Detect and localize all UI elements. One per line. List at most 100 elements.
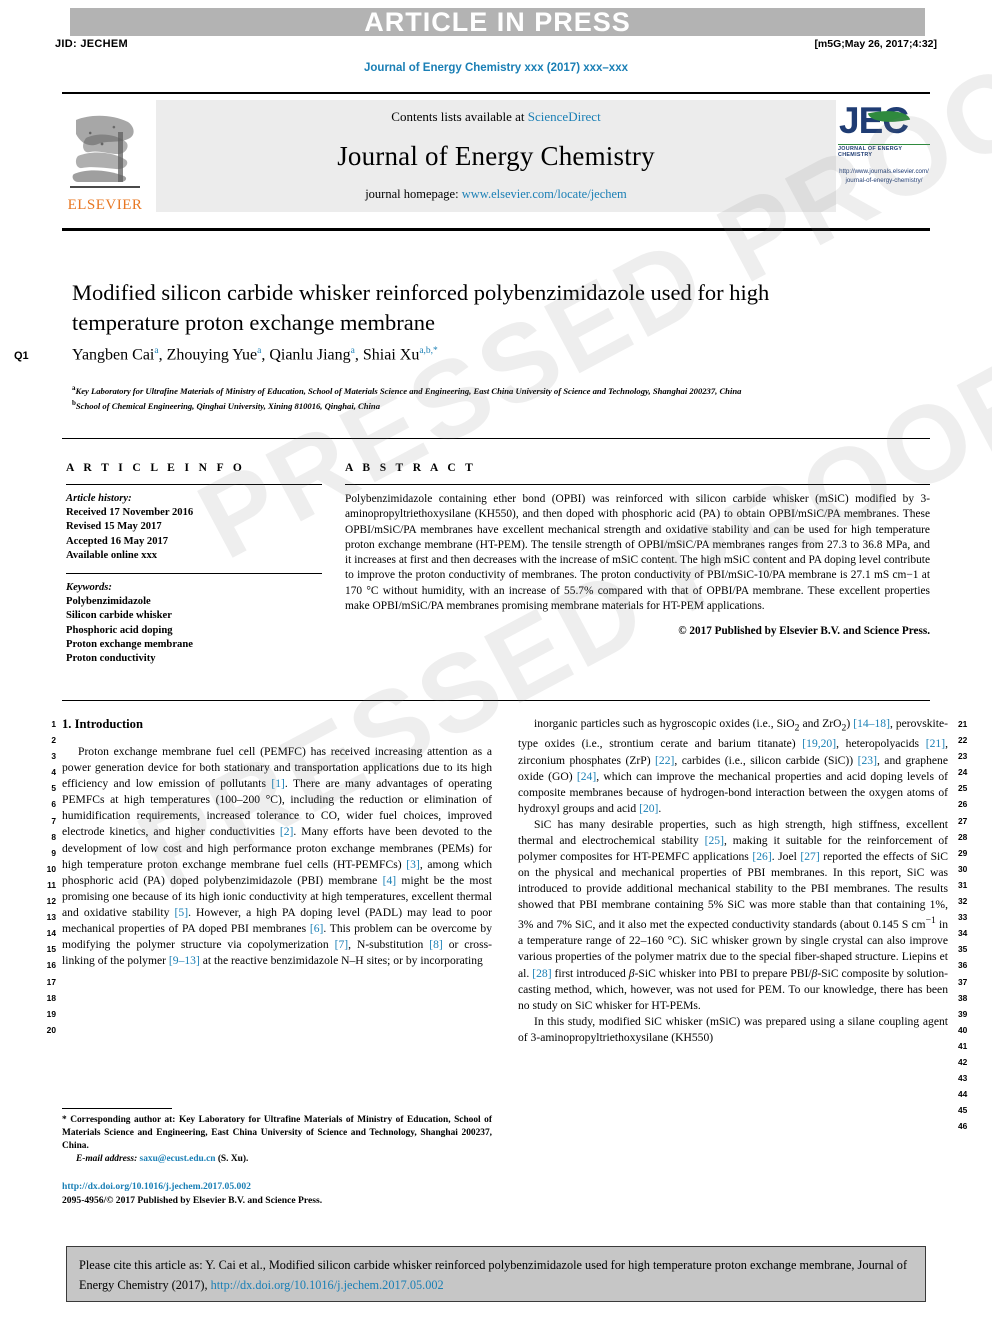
citation-ref[interactable]: [28] [532,967,551,980]
line-number: 8 [51,831,56,842]
citation-ref[interactable]: [23] [858,754,877,767]
contents-lists-prefix: Contents lists available at [391,109,528,124]
citation-ref[interactable]: [4] [383,874,397,887]
line-number: 38 [958,992,968,1003]
citation-ref[interactable]: [26] [752,850,771,863]
footnote-rule [62,1108,172,1109]
keyword-item: Silicon carbide whisker [66,610,172,622]
author-name: Yangben Cai [72,346,155,364]
email-link[interactable]: saxu@ecust.edu.cn [140,1154,216,1164]
line-number: 1 [51,719,56,729]
line-number: 33 [958,912,968,923]
introduction-heading: 1. Introduction [62,717,143,731]
line-number: 37 [958,976,968,987]
line-number: 17 [46,976,56,987]
line-number: 9 [51,847,56,858]
elsevier-logo: ELSEVIER [62,100,148,214]
keyword-item: Polybenzimidazole [66,596,151,608]
citation-ref[interactable]: [21] [926,737,945,750]
cite-this-article-box: Please cite this article as: Y. Cai et a… [66,1246,926,1302]
citation-ref[interactable]: [3] [406,858,420,871]
affiliation-marker: b [72,399,76,408]
citation-ref[interactable]: [8] [429,938,443,951]
line-number: 7 [51,815,56,826]
cite-text: Please cite this article as: Y. Cai et a… [79,1258,908,1292]
author-name: Zhouying Yue [166,346,258,364]
citation-ref[interactable]: [25] [705,834,724,847]
line-number: 30 [958,863,968,874]
article-history-block: Article history: Received 17 November 20… [66,492,322,563]
line-number: 4 [51,767,56,778]
line-number: 6 [51,799,56,810]
abstract-divider [345,484,930,485]
line-number: 2 [51,735,56,746]
abstract-text: Polybenzimidazole containing ether bond … [345,493,930,613]
journal-homepage-link[interactable]: www.elsevier.com/locate/jechem [462,187,627,201]
citation-ref[interactable]: [24] [577,770,596,783]
line-number: 5 [51,783,56,794]
jec-url-line-2: journal-of-energy-chemistry/ [845,177,923,184]
abstract-heading: A B S T R A C T [345,462,477,474]
line-number: 42 [958,1056,968,1067]
article-info-heading: A R T I C L E I N F O [66,462,246,474]
body-paragraph: inorganic particles such as hygroscopic … [518,717,948,815]
line-number: 43 [958,1073,968,1084]
keywords-items: Polybenzimidazole Silicon carbide whisker… [66,595,322,666]
citation-ref[interactable]: [5] [175,906,189,919]
line-number: 12 [46,896,56,907]
line-number: 46 [958,1121,968,1132]
citation-ref[interactable]: [19,20] [802,737,836,750]
keyword-item: Proton conductivity [66,653,156,665]
line-number: 35 [958,944,968,955]
author-name: Qianlu Jiang [269,346,351,364]
line-number: 31 [958,879,968,890]
info-section-rule [62,438,930,440]
line-numbers-right: 21 22 23 24 25 26 27 28 29 30 31 32 33 34 35 36 37 38 39 40… [958,716,976,1134]
doi-link[interactable]: http://dx.doi.org/10.1016/j.jechem.2017.… [62,1180,492,1194]
sciencedirect-link[interactable]: ScienceDirect [528,109,601,124]
citation-ref[interactable]: [27] [800,850,819,863]
citation-ref[interactable]: [20] [639,802,658,815]
jec-logo-urls: http://www.journals.elsevier.com/ journa… [839,167,929,185]
journal-masthead: ELSEVIER Contents lists available at Sci… [62,98,930,216]
citation-ref[interactable]: [6] [310,922,324,935]
line-number: 19 [46,1008,56,1019]
author-affiliation-marker: a [350,346,355,356]
article-history-label: Article history: [66,493,132,504]
page-title: Modified silicon carbide whisker reinfor… [72,280,770,335]
abstract-column: A B S T R A C T Polybenzimidazole contai… [345,462,930,637]
line-number: 22 [958,735,968,746]
line-number: 14 [46,928,56,939]
citation-ref[interactable]: [14–18] [853,717,890,730]
header-rule [62,92,930,94]
running-head: Journal of Energy Chemistry xxx (2017) x… [364,62,628,74]
author-affiliation-marker: a [257,346,262,356]
line-number: 26 [958,799,968,810]
line-number: 23 [958,751,968,762]
author-affiliation-marker: a [154,346,159,356]
citation-ref[interactable]: [9–13] [169,954,200,967]
citation-ref[interactable]: [7] [335,938,349,951]
line-number: 16 [46,960,56,971]
typesetter-stamp: [m5G;May 26, 2017;4:32] [814,38,937,50]
email-owner: (S. Xu). [217,1154,249,1165]
corresponding-author-text: * Corresponding author at: Key Laborator… [62,1115,492,1152]
line-number: 28 [958,831,968,842]
cite-doi-link[interactable]: http://dx.doi.org/10.1016/j.jechem.2017.… [211,1278,444,1292]
elsevier-tree-icon [68,112,142,196]
affiliation-entry: aKey Laboratory for Ultrafine Materials … [72,384,742,396]
citation-ref[interactable]: [1] [271,777,285,790]
elsevier-wordmark: ELSEVIER [67,197,143,213]
article-history-items: Received 17 November 2016 Revised 15 May … [66,506,322,563]
doi-block: http://dx.doi.org/10.1016/j.jechem.2017.… [62,1180,492,1207]
citation-ref[interactable]: [2] [280,825,294,838]
journal-homepage-line: journal homepage: www.elsevier.com/locat… [365,187,627,202]
contents-lists-line: Contents lists available at ScienceDirec… [391,109,600,125]
body-paragraph: Proton exchange membrane fuel cell (PEMF… [62,745,493,968]
line-number: 36 [958,960,968,971]
line-number: 24 [958,767,968,778]
article-history-item: Available online xxx [66,549,158,561]
citation-ref[interactable]: [22] [655,754,674,767]
affiliation-marker: a [72,384,76,392]
abstract-copyright: © 2017 Published by Elsevier B.V. and Sc… [678,625,930,638]
